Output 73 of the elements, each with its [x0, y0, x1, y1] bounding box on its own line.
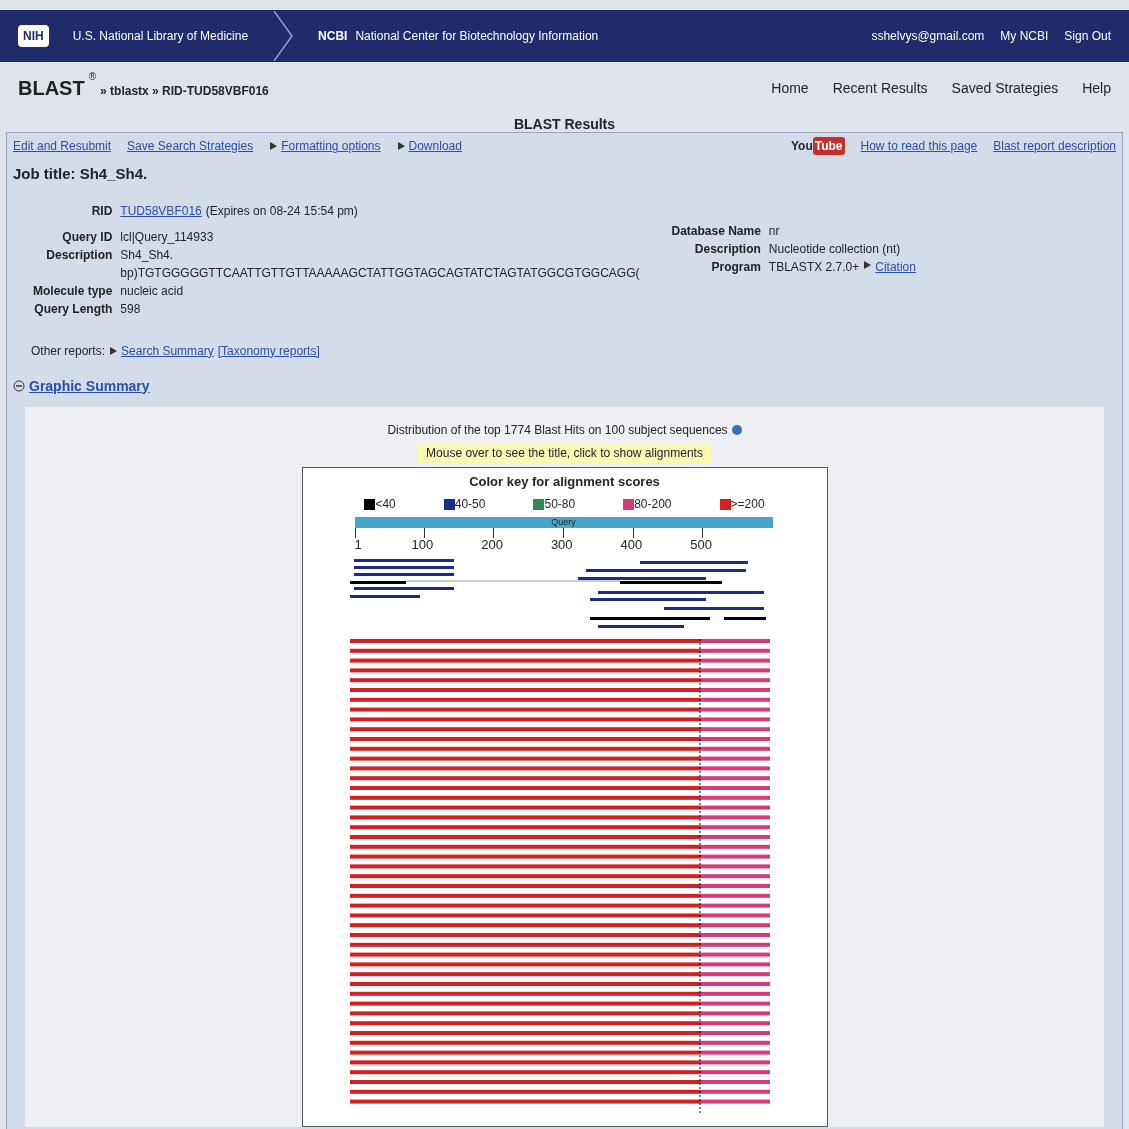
ncbi-abbr[interactable]: NCBI [318, 27, 348, 45]
other-reports-label: Other reports: [31, 342, 106, 360]
field-value: bp)TGTGGGGGTTCAATTGTTGTTAAAAAGCTATTGGTAGCAGTATCTAGTATGGCGTGGCAGG( [120, 264, 640, 282]
legend-label: 80-200 [634, 496, 672, 513]
ncbi-name[interactable]: National Center for Biotechnology Information [355, 27, 599, 45]
axis-tick [493, 528, 495, 538]
tick-label: 200 [481, 536, 503, 554]
legend-label: <40 [375, 496, 396, 513]
field-label: Query ID [61, 228, 113, 246]
section-title[interactable]: Graphic Summary [29, 375, 150, 397]
header-link[interactable]: My NCBI [1000, 27, 1049, 45]
hint-banner: Mouse over to see the title, click to show alignments [418, 442, 711, 463]
page-title: BLAST Results [512, 115, 617, 132]
library-name[interactable]: U.S. National Library of Medicine [72, 27, 249, 45]
job-title: Job title: Sh4_Sh4. [13, 164, 149, 184]
tick-label: 300 [550, 536, 573, 554]
triangle-icon [396, 142, 405, 150]
tick-label: 400 [620, 536, 643, 554]
expiry-note: (Expires on 08-24 15:54 pm) [205, 202, 358, 220]
toolbar-link[interactable]: Save Search Strategies [127, 137, 254, 155]
breadcrumb-path: » tblastx » RID-TUD58VBF016 [100, 83, 269, 100]
field-value: TBLASTX 2.7.0+ [768, 258, 860, 276]
triangle-icon [269, 142, 278, 150]
legend-label: 50-80 [544, 496, 576, 513]
toolbar-link[interactable]: Download [408, 137, 462, 155]
app-title[interactable]: BLAST [18, 73, 85, 103]
field-label: Query Length [33, 300, 113, 318]
axis-tick [354, 528, 356, 538]
nav-link[interactable]: Recent Results [832, 77, 928, 99]
distribution-title: Distribution of the top 1774 Blast Hits on 100 subject sequences [387, 421, 728, 439]
field-label: Molecule type [33, 282, 113, 300]
tick-label: 500 [690, 536, 712, 554]
toolbar-link[interactable]: Edit and Resubmit [13, 137, 112, 155]
triangle-icon [863, 260, 872, 269]
color-key-title: Color key for alignment scores [469, 472, 660, 491]
toolbar-link[interactable]: Formatting options [281, 137, 381, 155]
field-value: Sh4_Sh4. [120, 246, 175, 264]
legend-label: 40-50 [454, 496, 486, 513]
report-link[interactable]: Search Summary [121, 341, 214, 360]
nav-link[interactable]: Help [1082, 77, 1111, 99]
triangle-icon [109, 346, 118, 355]
field-value: 598 [120, 300, 142, 318]
nih-logo[interactable]: NIH [18, 25, 49, 47]
tick-label: 100 [411, 536, 434, 554]
guide-link[interactable]: How to read this page [860, 137, 978, 155]
axis-tick [562, 528, 564, 538]
axis-tick [423, 528, 425, 538]
chevron-icon [272, 11, 295, 61]
help-icon[interactable] [731, 424, 742, 435]
axis-tick [702, 528, 704, 538]
user-email[interactable]: sshelvys@gmail.com [871, 27, 985, 45]
field-label: Program [710, 258, 761, 276]
field-value: lcl|Query_114933 [120, 228, 215, 246]
header-link[interactable]: Sign Out [1064, 27, 1111, 45]
field-value: nr [768, 222, 780, 240]
nav-link[interactable]: Saved Strategies [951, 77, 1059, 99]
field-label: Database Name [671, 222, 761, 240]
field-label: Description [693, 240, 761, 258]
guide-link[interactable]: Blast report description [993, 137, 1116, 155]
field-label: Description [45, 246, 113, 264]
legend-label: >=200 [730, 496, 765, 513]
registered-mark: ® [88, 70, 97, 84]
citation-link[interactable]: Citation [875, 257, 916, 276]
tick-label: 1 [354, 536, 362, 554]
nav-link[interactable]: Home [771, 77, 809, 99]
report-link[interactable]: [Taxonomy reports] [217, 341, 320, 360]
query-bar: Query [354, 517, 773, 528]
rid-link[interactable]: TUD58VBF016 [120, 201, 202, 220]
field-value: Nucleotide collection (nt) [768, 240, 901, 258]
field-value: nucleic acid [120, 282, 185, 300]
axis-tick [632, 528, 634, 538]
field-label: RID [90, 202, 113, 220]
collapse-icon[interactable] [13, 380, 25, 392]
